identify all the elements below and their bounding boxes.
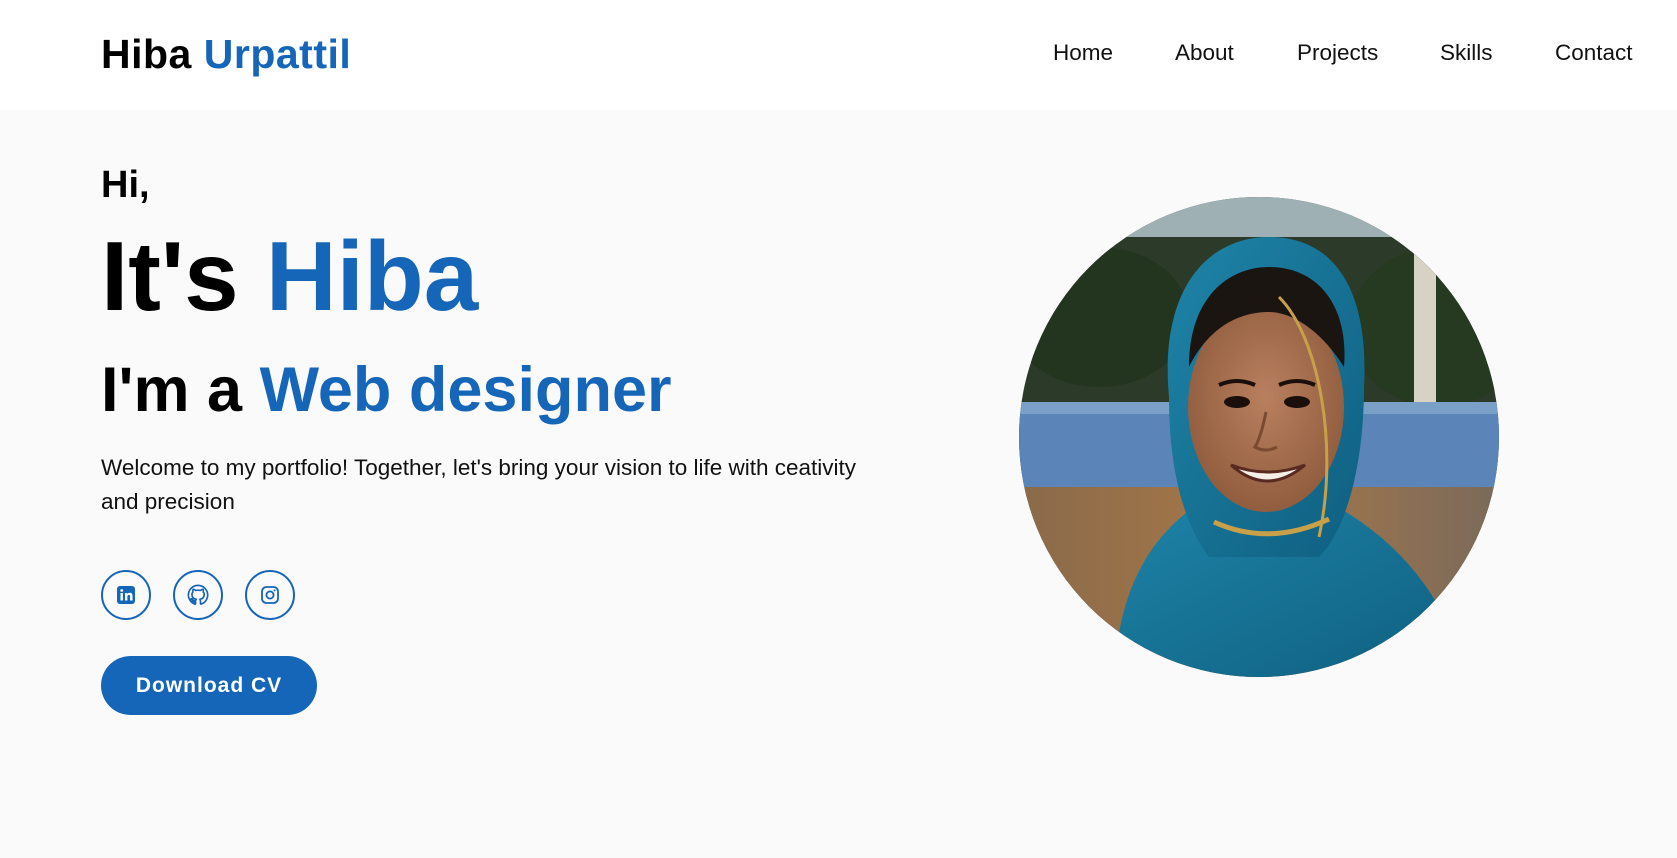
hero-role-text: Web designer xyxy=(259,355,672,425)
linkedin-link[interactable] xyxy=(101,570,151,620)
profile-photo xyxy=(1019,197,1499,677)
hero-role: I'm a Web designer xyxy=(101,353,672,429)
hero-title-name: Hiba xyxy=(265,221,479,331)
hero-intro: Welcome to my portfolio! Together, let's… xyxy=(101,455,857,514)
hero-title: It's Hiba xyxy=(101,221,479,331)
github-link[interactable] xyxy=(173,570,223,620)
nav-link-contact[interactable]: Contact xyxy=(1555,40,1633,66)
navbar: Hiba Urpattil Home About Projects Skills… xyxy=(0,0,1677,110)
instagram-icon xyxy=(261,586,279,604)
hero-role-prefix: I'm a xyxy=(101,355,243,425)
instagram-link[interactable] xyxy=(245,570,295,620)
hero-section: Hi, It's Hiba I'm a Web designer Welcome… xyxy=(0,110,1677,858)
linkedin-icon xyxy=(117,586,135,604)
nav-link-skills[interactable]: Skills xyxy=(1440,40,1493,66)
nav-menu: Home About Projects Skills Contact xyxy=(0,40,1677,70)
download-cv-button[interactable]: Download CV xyxy=(101,656,317,715)
hero-greeting: Hi, xyxy=(101,164,150,206)
github-icon xyxy=(187,584,209,606)
nav-link-home[interactable]: Home xyxy=(1053,40,1113,66)
nav-link-projects[interactable]: Projects xyxy=(1297,40,1378,66)
nav-link-about[interactable]: About xyxy=(1175,40,1234,66)
hero-title-prefix: It's xyxy=(101,221,239,331)
profile-photo-illustration xyxy=(1019,197,1499,677)
